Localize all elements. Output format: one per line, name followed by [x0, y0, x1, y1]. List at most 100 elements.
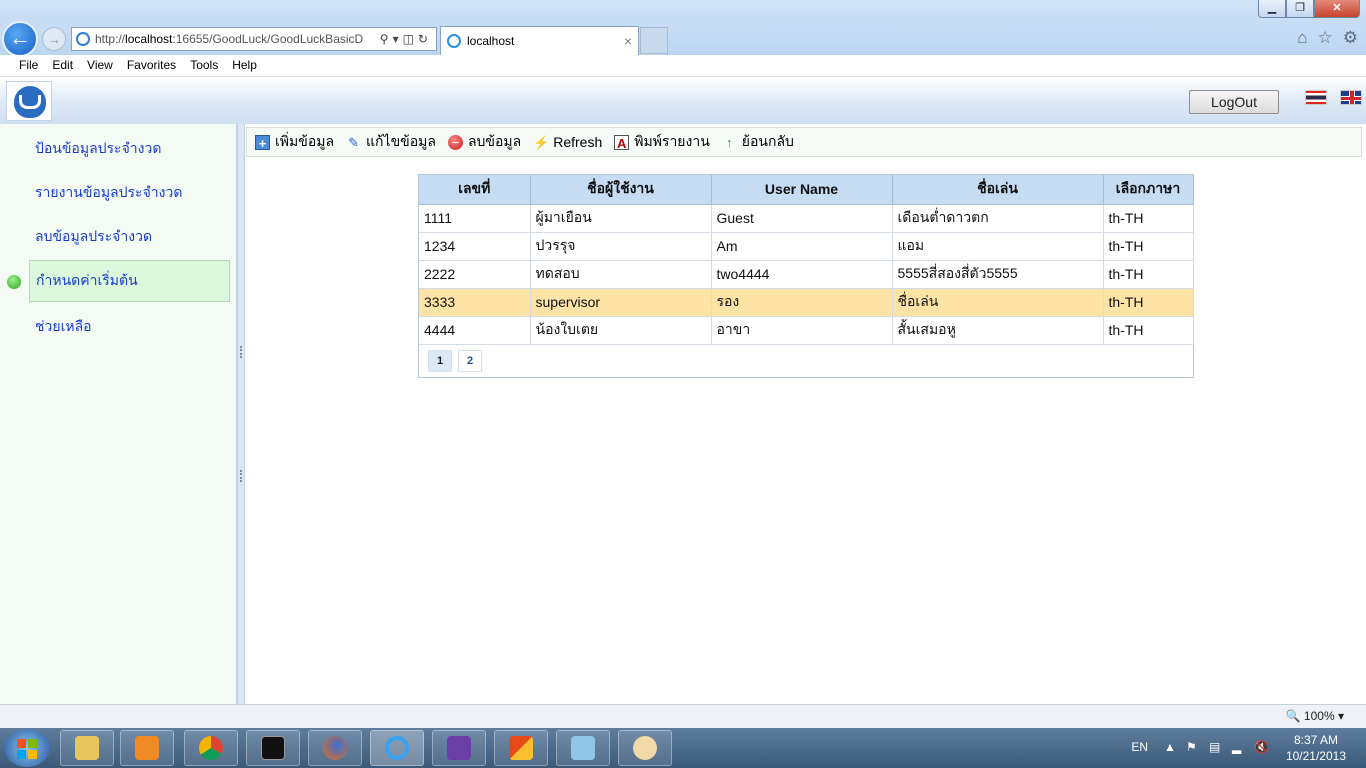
close-window-button[interactable]: ✕ [1314, 0, 1360, 18]
chrome-icon [199, 736, 223, 760]
sidebar-item-default-settings[interactable]: กำหนดค่าเริ่มต้น [29, 260, 230, 302]
browser-right-icons: ⌂ ☆ ⚙ [1297, 28, 1358, 48]
table-row[interactable]: 1234 ปวรรุจ Am แอม th-TH [419, 232, 1194, 261]
table-row[interactable]: 4444 น้องใบเตย อาขา สั้นเสมอหู th-TH [419, 316, 1194, 345]
browser-tab[interactable]: localhost × [440, 26, 639, 55]
menu-edit[interactable]: Edit [45, 55, 80, 76]
browser-titlebar: ▁ ❐ ✕ ← → http://localhost:16655/GoodLuc… [0, 0, 1366, 57]
sidebar-item-help[interactable]: ช่วยเหลือ [29, 306, 230, 348]
app-header [0, 77, 1366, 124]
menu-favorites[interactable]: Favorites [120, 55, 183, 76]
table-row-selected[interactable]: 3333 supervisor รอง ชื่อเล่น th-TH [419, 288, 1194, 317]
cell: ทดสอบ [530, 260, 712, 289]
taskbar-command-prompt[interactable] [246, 730, 300, 766]
home-icon[interactable]: ⌂ [1297, 28, 1307, 48]
menu-help[interactable]: Help [225, 55, 264, 76]
menu-tools[interactable]: Tools [183, 55, 225, 76]
table-row[interactable]: 1111 ผู้มาเยือน Guest เดือนต่ำดาวตก th-T… [419, 204, 1194, 233]
cell: 4444 [419, 316, 531, 345]
menu-file[interactable]: File [12, 55, 45, 76]
taskbar-app[interactable] [556, 730, 610, 766]
column-header-user-full-name[interactable]: ชื่อผู้ใช้งาน [530, 175, 712, 205]
cell: ชื่อเล่น [892, 288, 1104, 317]
clock-time: 8:37 AM [1293, 733, 1338, 747]
sidebar-item-enter-period-data[interactable]: ป้อนข้อมูลประจำงวด [29, 128, 230, 170]
splitter-handle[interactable] [237, 124, 245, 704]
column-header-nickname[interactable]: ชื่อเล่น [892, 175, 1104, 205]
taskbar: EN ▲ ⚑ ▤ ▂ 🔇 8:37 AM 10/21/2013 [0, 728, 1366, 768]
favorites-star-icon[interactable]: ☆ [1318, 28, 1333, 48]
taskbar-internet-explorer[interactable] [370, 730, 424, 766]
cell: แอม [892, 232, 1104, 261]
delete-icon: − [447, 134, 463, 150]
page-2-button[interactable]: 2 [458, 349, 482, 372]
taskbar-visual-studio[interactable] [432, 730, 486, 766]
taskbar-office[interactable] [494, 730, 548, 766]
system-clock[interactable]: 8:37 AM 10/21/2013 [1286, 732, 1346, 764]
app-logo [6, 81, 52, 121]
url-prefix: http:// [95, 32, 126, 46]
menu-view[interactable]: View [80, 55, 120, 76]
taskbar-media-player[interactable] [120, 730, 174, 766]
address-bar[interactable]: http://localhost:16655/GoodLuck/GoodLuck… [71, 27, 437, 51]
close-tab-icon[interactable]: × [624, 33, 632, 49]
column-header-username[interactable]: User Name [711, 175, 893, 205]
print-label: พิมพ์รายงาน [634, 133, 710, 149]
cell: 1111 [419, 204, 531, 233]
taskbar-firefox[interactable] [308, 730, 362, 766]
volume-muted-icon[interactable]: 🔇 [1254, 740, 1269, 754]
cell: 5555สี่สองสี่ตัว5555 [892, 260, 1104, 289]
add-record-icon: + [255, 134, 270, 151]
back-label: ย้อนกลับ [741, 133, 794, 149]
delete-button[interactable]: − ลบข้อมูล [447, 131, 521, 153]
settings-gear-icon[interactable]: ⚙ [1343, 28, 1358, 48]
cell: th-TH [1103, 232, 1194, 261]
sidebar-item-period-report[interactable]: รายงานข้อมูลประจำงวด [29, 172, 230, 214]
sidebar-item-delete-period-data[interactable]: ลบข้อมูลประจำงวด [29, 216, 230, 258]
zoom-control[interactable]: 🔍 100% ▾ [1286, 709, 1344, 723]
restore-button[interactable]: ❐ [1286, 0, 1314, 18]
language-indicator[interactable]: EN [1131, 740, 1148, 754]
print-report-button[interactable]: A พิมพ์รายงาน [614, 131, 710, 153]
cell: 1234 [419, 232, 531, 261]
header-row: เลขที่ ชื่อผู้ใช้งาน User Name ชื่อเล่น … [419, 175, 1194, 205]
menu-bar: File Edit View Favorites Tools Help [0, 55, 1366, 77]
page-1-button[interactable]: 1 [428, 349, 452, 372]
firefox-icon [323, 736, 347, 760]
new-tab-button[interactable] [640, 27, 668, 54]
network-signal-icon[interactable]: ▂ [1232, 740, 1244, 754]
uk-flag-icon[interactable] [1340, 90, 1362, 105]
taskbar-paint[interactable] [618, 730, 672, 766]
cell: 2222 [419, 260, 531, 289]
logout-button[interactable]: LogOut [1189, 90, 1279, 114]
forward-arrow-icon[interactable]: → [42, 27, 66, 51]
edit-button[interactable]: ✎ แก้ไขข้อมูล [346, 131, 436, 153]
address-tools-icons[interactable]: ⚲▾◫↻ [379, 32, 432, 46]
paint-palette-icon [633, 736, 657, 760]
minimize-button[interactable]: ▁ [1258, 0, 1286, 18]
active-indicator-icon [7, 275, 21, 289]
column-header-number[interactable]: เลขที่ [419, 175, 531, 205]
add-button[interactable]: + เพิ่มข้อมูล [255, 131, 334, 153]
back-arrow-icon[interactable]: ← [2, 21, 38, 57]
notepad-icon [571, 736, 595, 760]
show-hidden-icons[interactable]: ▲ [1164, 740, 1176, 754]
device-icon[interactable]: ▤ [1209, 740, 1221, 754]
refresh-button[interactable]: ⚡ Refresh [533, 134, 602, 150]
clock-date: 10/21/2013 [1285, 749, 1346, 763]
zoom-icon: 🔍 [1285, 709, 1301, 723]
column-header-language[interactable]: เลือกภาษา [1103, 175, 1194, 205]
cell: ปวรรุจ [530, 232, 712, 261]
windows-start-icon[interactable] [4, 729, 50, 767]
edit-label: แก้ไขข้อมูล [366, 133, 436, 149]
taskbar-chrome[interactable] [184, 730, 238, 766]
url-host: localhost [125, 32, 173, 46]
go-back-button[interactable]: ↑ ย้อนกลับ [722, 131, 794, 153]
cell: th-TH [1103, 260, 1194, 289]
action-center-flag-icon[interactable]: ⚑ [1186, 740, 1198, 754]
taskbar-explorer[interactable] [60, 730, 114, 766]
table-row[interactable]: 2222 ทดสอบ two4444 5555สี่สองสี่ตัว5555 … [419, 260, 1194, 289]
zoom-level: 100% [1303, 709, 1335, 723]
status-bar: 🔍 100% ▾ [0, 704, 1366, 728]
thai-flag-icon[interactable] [1305, 90, 1327, 105]
